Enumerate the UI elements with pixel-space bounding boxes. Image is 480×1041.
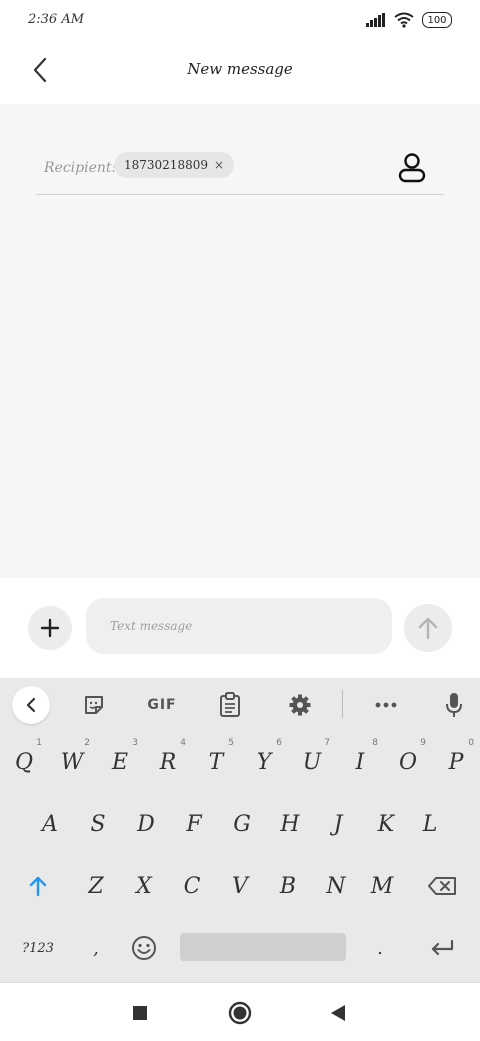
key-y[interactable]: Y6 xyxy=(240,736,288,788)
status-icons: 100 xyxy=(366,12,452,28)
key-b[interactable]: B xyxy=(264,860,312,912)
clipboard-icon xyxy=(220,692,240,717)
key-q[interactable]: Q1 xyxy=(0,736,48,788)
gear-icon xyxy=(289,694,311,716)
signal-icon xyxy=(366,13,385,27)
keyboard-row-3: Z X C V B N M xyxy=(0,856,480,916)
chevron-left-icon xyxy=(26,697,36,713)
keyboard-collapse-button[interactable] xyxy=(12,686,50,724)
navigation-bar xyxy=(0,982,480,1041)
key-s[interactable]: S xyxy=(74,798,122,850)
shift-key[interactable] xyxy=(6,860,70,912)
settings-button[interactable] xyxy=(282,688,318,722)
gif-label: GIF xyxy=(147,697,177,713)
comma-key[interactable]: , xyxy=(72,922,120,974)
keyboard-toolbar: GIF xyxy=(0,678,480,732)
key-h[interactable]: H xyxy=(266,798,314,850)
compose-bar xyxy=(0,578,480,678)
key-g[interactable]: G xyxy=(218,798,266,850)
toolbar-divider xyxy=(342,690,343,718)
triangle-back-icon xyxy=(331,1005,345,1021)
more-dots-icon xyxy=(375,702,397,708)
microphone-icon xyxy=(446,693,462,717)
status-time: 2:36 AM xyxy=(28,12,85,27)
key-d[interactable]: D xyxy=(122,798,170,850)
key-v[interactable]: V xyxy=(216,860,264,912)
emoji-icon xyxy=(132,936,156,960)
key-m[interactable]: M xyxy=(358,860,406,912)
key-u[interactable]: U7 xyxy=(288,736,336,788)
keyboard-row-1: Q1 W2 E3 R4 T5 Y6 U7 I8 O9 P0 xyxy=(0,732,480,792)
key-j[interactable]: J xyxy=(314,798,362,850)
plus-icon xyxy=(40,618,60,638)
sticker-button[interactable] xyxy=(76,688,112,722)
status-bar: 2:36 AM 100 xyxy=(0,0,480,40)
arrow-up-icon xyxy=(418,617,438,640)
key-l[interactable]: L xyxy=(406,798,454,850)
message-input[interactable] xyxy=(86,598,392,654)
recents-button[interactable] xyxy=(126,999,154,1027)
wifi-icon xyxy=(394,12,414,28)
recipient-label: Recipient: xyxy=(44,160,117,176)
recipient-row: Recipient: 18730218809 × xyxy=(36,140,444,195)
enter-key[interactable] xyxy=(414,922,470,974)
backspace-icon xyxy=(428,877,456,895)
gif-button[interactable]: GIF xyxy=(140,688,184,722)
home-circle-icon xyxy=(228,1001,252,1025)
key-k[interactable]: K xyxy=(362,798,410,850)
back-nav-button[interactable] xyxy=(324,999,352,1027)
key-e[interactable]: E3 xyxy=(96,736,144,788)
key-z[interactable]: Z xyxy=(72,860,120,912)
page-title: New message xyxy=(187,60,293,78)
key-n[interactable]: N xyxy=(312,860,360,912)
key-t[interactable]: T5 xyxy=(192,736,240,788)
key-i[interactable]: I8 xyxy=(336,736,384,788)
key-r[interactable]: R4 xyxy=(144,736,192,788)
key-o[interactable]: O9 xyxy=(384,736,432,788)
key-c[interactable]: C xyxy=(168,860,216,912)
clipboard-button[interactable] xyxy=(212,688,248,722)
space-key[interactable] xyxy=(180,933,346,961)
message-area: Recipient: 18730218809 × xyxy=(0,104,480,578)
key-w[interactable]: W2 xyxy=(48,736,96,788)
home-button[interactable] xyxy=(226,999,254,1027)
key-a[interactable]: A xyxy=(26,798,74,850)
emoji-key[interactable] xyxy=(120,922,168,974)
contact-person-icon xyxy=(398,153,426,183)
backspace-key[interactable] xyxy=(412,860,472,912)
enter-icon xyxy=(431,939,454,956)
recipient-chip-text: 18730218809 xyxy=(124,158,208,172)
battery-icon: 100 xyxy=(422,12,452,28)
keyboard-row-2: A S D F G H J K L xyxy=(0,794,480,854)
shift-arrow-icon xyxy=(29,876,47,897)
chip-close-icon[interactable]: × xyxy=(214,158,224,172)
keyboard: GIF Q 1 W 2 E 3 R 4 T 5 Y 6 U 7 I 8 O 9 … xyxy=(0,678,480,982)
recipient-chip[interactable]: 18730218809 × xyxy=(114,152,235,178)
key-p[interactable]: P0 xyxy=(432,736,480,788)
sticker-icon xyxy=(85,696,103,714)
key-x[interactable]: X xyxy=(120,860,168,912)
send-button[interactable] xyxy=(404,604,452,652)
square-icon xyxy=(133,1006,147,1020)
voice-input-button[interactable] xyxy=(436,688,472,722)
header: New message xyxy=(0,40,480,104)
contacts-button[interactable] xyxy=(396,152,428,184)
more-options-button[interactable] xyxy=(368,688,404,722)
period-key[interactable]: . xyxy=(356,922,404,974)
battery-level: 100 xyxy=(427,14,447,26)
symbols-key[interactable]: ?123 xyxy=(10,922,66,974)
key-f[interactable]: F xyxy=(170,798,218,850)
add-attachment-button[interactable] xyxy=(28,606,72,650)
